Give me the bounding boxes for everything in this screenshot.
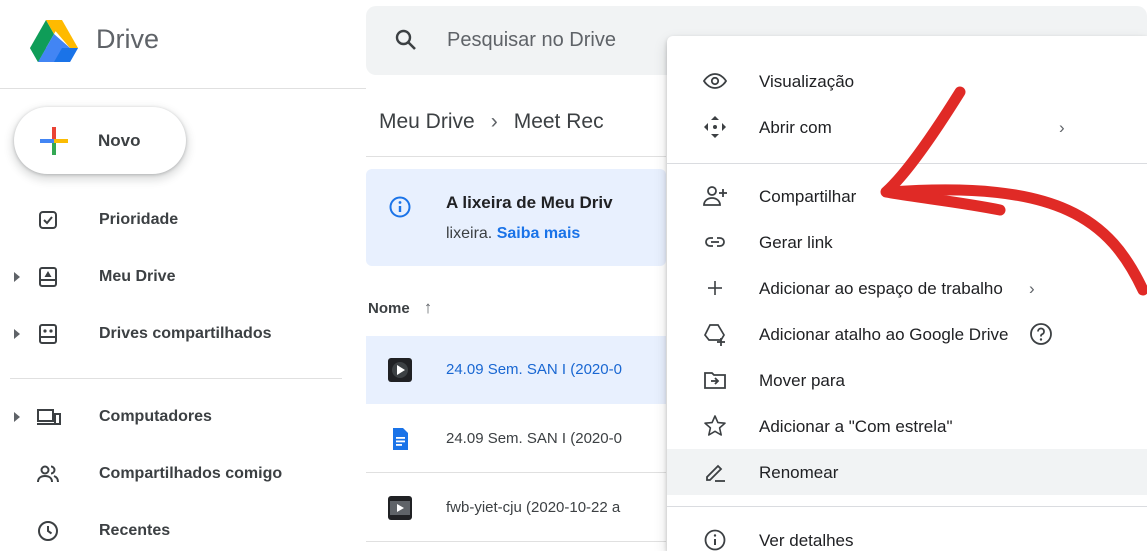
my-drive-icon — [39, 267, 57, 287]
sidebar-item-shared-with-me[interactable]: Compartilhados comigo — [0, 453, 340, 497]
eye-icon — [703, 73, 727, 89]
menu-item-rename[interactable]: Renomear — [667, 449, 1147, 495]
plus-icon — [708, 281, 722, 295]
menu-divider — [667, 506, 1147, 507]
chevron-right-icon: › — [1059, 118, 1065, 137]
menu-item-label: Adicionar atalho ao Google Drive — [759, 325, 1009, 344]
search-icon[interactable] — [394, 28, 418, 52]
computers-icon — [37, 409, 61, 425]
shared-with-me-icon — [37, 465, 59, 483]
clock-icon — [38, 521, 58, 541]
sidebar-item-label: Computadores — [99, 408, 212, 425]
add-person-icon — [703, 186, 727, 206]
info-icon — [389, 196, 411, 218]
expand-arrow-icon[interactable] — [14, 329, 20, 339]
expand-arrow-icon[interactable] — [14, 412, 20, 422]
menu-item-add-shortcut[interactable]: Adicionar atalho ao Google Drive — [667, 311, 1147, 357]
banner-body: lixeira. — [446, 225, 493, 242]
menu-item-get-link[interactable]: Gerar link — [667, 219, 1147, 265]
menu-item-label: Ver detalhes — [759, 531, 854, 550]
menu-item-preview[interactable]: Visualização — [667, 58, 1147, 104]
sidebar-item-label: Recentes — [99, 522, 171, 539]
menu-item-label: Mover para — [759, 371, 845, 390]
new-button-label: Novo — [98, 131, 141, 150]
pencil-icon — [706, 464, 725, 482]
file-row[interactable]: fwb-yiet-cju (2020-10-22 a — [366, 474, 666, 542]
sidebar-item-computers[interactable]: Computadores — [0, 396, 340, 440]
search-input[interactable]: Pesquisar no Drive — [447, 29, 616, 52]
sidebar-item-label: Compartilhados comigo — [99, 465, 283, 482]
chevron-right-icon: › — [1029, 279, 1035, 298]
menu-item-label: Compartilhar — [759, 187, 857, 206]
move-arrows-icon — [704, 116, 726, 138]
file-row[interactable]: 24.09 Sem. SAN I (2020-0 — [366, 336, 666, 404]
sidebar-item-label: Drives compartilhados — [99, 325, 272, 342]
add-shortcut-icon — [703, 324, 725, 346]
sidebar-item-label: Prioridade — [99, 211, 179, 228]
menu-item-label: Visualização — [759, 72, 855, 91]
arrow-up-icon[interactable]: ↑ — [424, 298, 433, 318]
menu-item-label: Adicionar ao espaço de trabalho — [759, 279, 1003, 298]
menu-item-open-with[interactable]: Abrir com › — [667, 104, 1147, 150]
menu-item-move-to[interactable]: Mover para — [667, 357, 1147, 403]
header-divider — [0, 88, 366, 89]
menu-item-add-to-workspace[interactable]: Adicionar ao espaço de trabalho › — [667, 265, 1147, 311]
learn-more-link[interactable]: Saiba mais — [497, 225, 581, 242]
breadcrumb-root[interactable]: Meu Drive — [379, 110, 475, 133]
banner-title: A lixeira de Meu Driv — [446, 193, 613, 212]
menu-item-details[interactable]: Ver detalhes — [667, 517, 1147, 551]
file-name: 24.09 Sem. SAN I (2020-0 — [446, 361, 622, 378]
trash-info-banner: A lixeira de Meu Driv lixeira. Saiba mai… — [366, 169, 666, 266]
sidebar-divider — [10, 378, 342, 379]
breadcrumb: Meu Drive › Meet Rec — [379, 110, 604, 134]
video-file-icon — [388, 496, 412, 520]
menu-item-label: Adicionar a "Com estrela" — [759, 417, 953, 436]
column-label: Nome — [368, 300, 410, 317]
file-name: 24.09 Sem. SAN I (2020-0 — [446, 430, 622, 447]
banner-text: lixeira. Saiba mais — [446, 225, 580, 243]
sidebar-item-my-drive[interactable]: Meu Drive — [0, 256, 340, 300]
menu-item-label: Gerar link — [759, 233, 833, 252]
breadcrumb-divider — [366, 156, 666, 157]
info-icon — [704, 529, 726, 551]
menu-item-add-star[interactable]: Adicionar a "Com estrela" — [667, 403, 1147, 449]
menu-divider — [667, 163, 1147, 164]
breadcrumb-current[interactable]: Meet Rec — [514, 110, 604, 133]
menu-item-label: Renomear — [759, 463, 839, 482]
new-button[interactable]: Novo — [14, 107, 186, 174]
move-to-folder-icon — [704, 372, 726, 389]
shared-drives-icon — [39, 324, 57, 344]
video-file-icon — [388, 358, 412, 382]
app-name: Drive — [96, 24, 160, 54]
link-icon — [705, 237, 725, 247]
priority-check-icon — [39, 211, 57, 229]
sidebar-item-priority[interactable]: Prioridade — [0, 199, 340, 243]
context-menu: Visualização Abrir com › Compartilhar Ge… — [667, 36, 1147, 551]
sidebar-item-shared-drives[interactable]: Drives compartilhados — [0, 313, 340, 357]
expand-arrow-icon[interactable] — [14, 272, 20, 282]
menu-item-share[interactable]: Compartilhar — [667, 173, 1147, 219]
file-name: fwb-yiet-cju (2020-10-22 a — [446, 499, 621, 516]
help-icon[interactable] — [1029, 322, 1053, 346]
chevron-right-icon: › — [490, 110, 498, 133]
star-icon — [704, 415, 726, 436]
plus-colored-icon — [40, 127, 68, 155]
sidebar-item-recent[interactable]: Recentes — [0, 510, 340, 551]
file-row[interactable]: 24.09 Sem. SAN I (2020-0 — [366, 405, 666, 473]
name-column-header[interactable]: Nome ↑ — [368, 298, 432, 318]
doc-file-icon — [393, 428, 408, 450]
google-drive-logo — [30, 20, 78, 62]
sidebar-item-label: Meu Drive — [99, 268, 176, 285]
menu-item-label: Abrir com — [759, 118, 832, 137]
